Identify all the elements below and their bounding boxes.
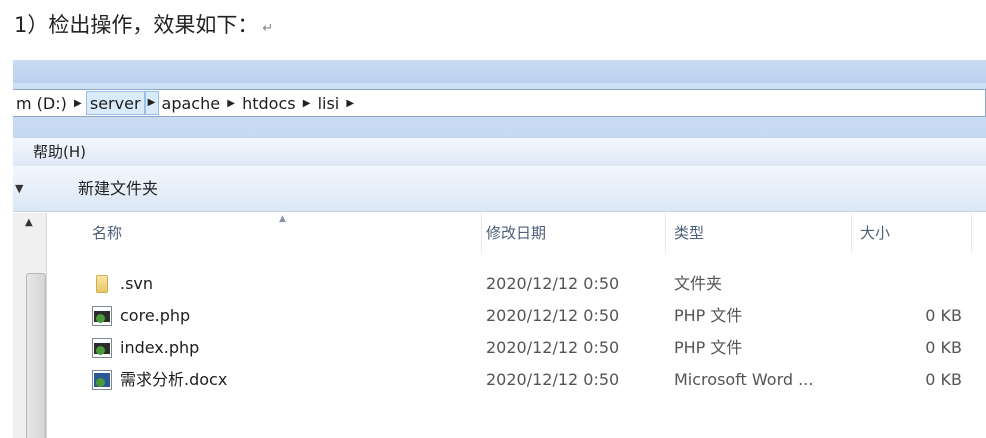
- title-bar: [13, 60, 986, 83]
- file-list: ▲ 名称 修改日期 类型 大小 .svn 2020/12/12 0:50 文件夹…: [48, 213, 986, 438]
- breadcrumb-server[interactable]: server: [85, 91, 145, 115]
- file-date: 2020/12/12 0:50: [486, 306, 620, 325]
- menu-help[interactable]: 帮助(H): [33, 143, 86, 161]
- column-header-row: ▲ 名称 修改日期 类型 大小: [48, 213, 986, 253]
- php-file-icon: [92, 306, 112, 326]
- toolbar: ▼ 新建文件夹: [13, 166, 986, 212]
- breadcrumb-arrow-icon[interactable]: ▶: [144, 91, 159, 115]
- caption-text: 1）检出操作，效果如下：: [14, 13, 259, 37]
- instruction-caption: 1）检出操作，效果如下： ↵: [14, 10, 273, 40]
- column-name[interactable]: 名称: [84, 213, 482, 253]
- breadcrumb-drive[interactable]: m (D:): [13, 91, 70, 115]
- breadcrumb-arrow-icon[interactable]: ▶: [342, 98, 358, 109]
- breadcrumb-arrow-icon[interactable]: ▶: [223, 98, 239, 109]
- file-name: .svn: [120, 274, 154, 293]
- file-date: 2020/12/12 0:50: [486, 274, 620, 293]
- file-type: 文件夹: [674, 274, 723, 293]
- file-date: 2020/12/12 0:50: [486, 338, 620, 357]
- address-field[interactable]: m (D:) ▶ server ▶ apache ▶ htdocs ▶ lisi…: [13, 89, 986, 117]
- menu-bar: 帮助(H): [13, 138, 986, 166]
- column-date[interactable]: 修改日期: [478, 213, 666, 253]
- file-name: core.php: [120, 306, 191, 325]
- explorer-window: m (D:) ▶ server ▶ apache ▶ htdocs ▶ lisi…: [13, 60, 986, 438]
- file-row[interactable]: index.php 2020/12/12 0:50 PHP 文件 0 KB: [48, 332, 986, 364]
- navigation-pane: ▲: [13, 213, 47, 438]
- column-size[interactable]: 大小: [852, 213, 972, 253]
- file-size: 0 KB: [925, 338, 962, 357]
- file-type: PHP 文件: [674, 338, 743, 357]
- file-size: 0 KB: [925, 370, 962, 389]
- file-type: PHP 文件: [674, 306, 743, 325]
- breadcrumb-lisi[interactable]: lisi: [315, 91, 343, 115]
- file-name: 需求分析.docx: [120, 370, 228, 389]
- breadcrumb-htdocs[interactable]: htdocs: [239, 91, 299, 115]
- scroll-up-icon[interactable]: ▲: [25, 217, 33, 228]
- file-name: index.php: [120, 338, 200, 357]
- file-size: 0 KB: [925, 306, 962, 325]
- column-type[interactable]: 类型: [666, 213, 852, 253]
- file-type: Microsoft Word ...: [674, 370, 814, 389]
- file-row[interactable]: .svn 2020/12/12 0:50 文件夹: [48, 268, 986, 300]
- breadcrumb-arrow-icon[interactable]: ▶: [70, 98, 86, 109]
- php-file-icon: [92, 338, 112, 358]
- file-row[interactable]: 需求分析.docx 2020/12/12 0:50 Microsoft Word…: [48, 364, 986, 396]
- organize-dropdown-icon[interactable]: ▼: [15, 166, 23, 212]
- breadcrumb-arrow-icon[interactable]: ▶: [299, 98, 315, 109]
- file-row[interactable]: core.php 2020/12/12 0:50 PHP 文件 0 KB: [48, 300, 986, 332]
- new-folder-button[interactable]: 新建文件夹: [78, 166, 158, 212]
- folder-icon: [96, 275, 108, 293]
- word-doc-icon: [92, 370, 112, 390]
- scrollbar-thumb[interactable]: [26, 273, 46, 438]
- breadcrumb-apache[interactable]: apache: [159, 91, 224, 115]
- file-date: 2020/12/12 0:50: [486, 370, 620, 389]
- return-mark: ↵: [262, 21, 274, 36]
